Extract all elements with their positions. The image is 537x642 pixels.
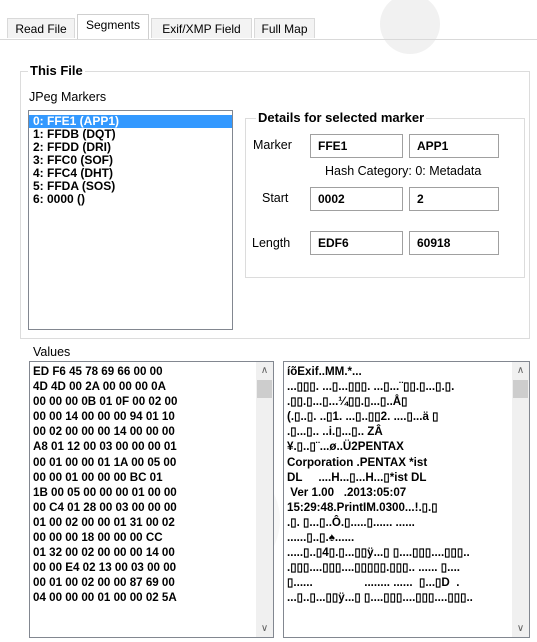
ascii-values-textbox[interactable]: íõExif..MM.*... ...▯▯▯. ...▯...▯▯▯. ...▯.… <box>283 361 530 638</box>
hex-scrollbar[interactable]: ∧ ∨ <box>256 362 273 637</box>
text-line: .▯...▯.. ..i.▯...▯.. ZÂ <box>287 425 383 439</box>
text-line: 00 C4 01 28 00 03 00 00 00 <box>33 500 177 514</box>
hash-category-label: Hash Category: 0: Metadata <box>325 164 482 178</box>
text-line: ...▯▯▯. ...▯...▯▯▯. ...▯...¨▯▯.▯...▯.▯. <box>287 380 455 394</box>
text-line: 00 00 E4 02 13 00 03 00 00 <box>33 561 177 575</box>
list-item[interactable]: 6: 0000 () <box>29 193 232 206</box>
start-hex-field[interactable]: 0002 <box>310 187 403 211</box>
jpeg-markers-list[interactable]: 0: FFE1 (APP1) 1: FFDB (DQT) 2: FFDD (DR… <box>28 110 233 330</box>
text-line: 00 02 00 00 00 14 00 00 00 <box>33 425 175 439</box>
tab-divider <box>0 39 537 40</box>
scroll-up-icon[interactable]: ∧ <box>512 362 529 379</box>
hex-values-textbox[interactable]: ED F6 45 78 69 66 00 00 4D 4D 00 2A 00 00… <box>29 361 274 638</box>
length-hex-field[interactable]: EDF6 <box>310 231 403 255</box>
text-line: íõExif..MM.*... <box>287 365 362 378</box>
values-label: Values <box>33 345 71 359</box>
text-line: ...▯..▯...▯▯ÿ...▯ ▯....▯▯▯....▯▯▯....▯▯▯… <box>287 591 473 605</box>
text-line: A8 01 12 00 03 00 00 00 01 <box>33 440 177 454</box>
ascii-scrollbar[interactable]: ∧ ∨ <box>512 362 529 637</box>
text-line: 01 32 00 02 00 00 00 14 00 <box>33 546 175 560</box>
text-line: 00 00 14 00 00 00 94 01 10 <box>33 410 175 424</box>
text-line: ED F6 45 78 69 66 00 00 <box>33 365 163 378</box>
tab-full-map[interactable]: Full Map <box>254 18 315 38</box>
text-line: 00 01 00 00 01 1A 00 05 00 <box>33 455 177 469</box>
scroll-thumb[interactable] <box>257 380 272 398</box>
text-line: .▯. ▯...▯..Ô.▯.....▯...... ...... <box>287 515 415 529</box>
scroll-up-icon[interactable]: ∧ <box>256 362 273 379</box>
details-title: Details for selected marker <box>256 110 427 125</box>
text-line: ▯...... ........ ...... ▯...▯D . <box>287 576 460 590</box>
marker-hex-field[interactable]: FFE1 <box>310 134 403 158</box>
scroll-down-icon[interactable]: ∨ <box>512 620 529 637</box>
length-label: Length <box>252 236 291 250</box>
text-line: 4D 4D 00 2A 00 00 00 0A <box>33 380 166 394</box>
text-line: ¥.▯..▯¨...ø..Ü2PENTAX <box>287 440 404 454</box>
text-line: .▯▯▯....▯▯▯....▯▯▯▯▯.▯▯▯.. ...... ▯.... <box>287 561 461 575</box>
text-line: 00 00 00 0B 01 0F 00 02 00 <box>33 395 178 409</box>
scroll-thumb[interactable] <box>513 380 528 398</box>
tab-exif-xmp-field[interactable]: Exif/XMP Field <box>151 18 252 38</box>
text-line: 00 01 00 02 00 00 87 69 00 <box>33 576 175 590</box>
tab-bar: Read File Segments Exif/XMP Field Full M… <box>0 14 537 40</box>
jpeg-markers-label: JPeg Markers <box>29 90 107 104</box>
text-line: Corporation .PENTAX *ist <box>287 455 428 469</box>
text-line: (.▯..▯. ..▯1. ...▯..▯▯2. ....▯...ä ▯ <box>287 410 439 424</box>
length-dec-field[interactable]: 60918 <box>409 231 499 255</box>
start-dec-field[interactable]: 2 <box>409 187 499 211</box>
marker-name-field[interactable]: APP1 <box>409 134 499 158</box>
tab-read-file[interactable]: Read File <box>7 18 75 38</box>
text-line: Ver 1.00 .2013:05:07 <box>287 485 407 499</box>
text-line: 1B 00 05 00 00 00 01 00 00 <box>33 485 177 499</box>
start-label: Start <box>262 191 289 205</box>
text-line: DL ....H...▯...H...▯*ist DL <box>287 470 427 484</box>
tab-segments[interactable]: Segments <box>77 14 149 39</box>
text-line: .▯▯.▯...▯...¼▯▯.▯...▯..Å▯ <box>287 395 408 409</box>
text-line: 04 00 00 00 01 00 00 02 5A <box>33 591 177 605</box>
text-line: 00 00 00 18 00 00 00 CC <box>33 531 163 545</box>
text-line: .....▯..▯4▯.▯...▯▯ÿ...▯ ▯....▯▯▯....▯▯▯.… <box>287 546 470 560</box>
text-line: 01 00 02 00 00 01 31 00 02 <box>33 515 175 529</box>
text-line: ......▯..▯.♠...... <box>287 531 355 545</box>
text-line: 15:29:48.PrintIM.0300...!.▯.▯ <box>287 500 438 514</box>
scroll-down-icon[interactable]: ∨ <box>256 620 273 637</box>
marker-label: Marker <box>253 138 292 152</box>
this-file-title: This File <box>28 63 85 78</box>
text-line: 00 00 01 00 00 00 BC 01 <box>33 470 163 484</box>
